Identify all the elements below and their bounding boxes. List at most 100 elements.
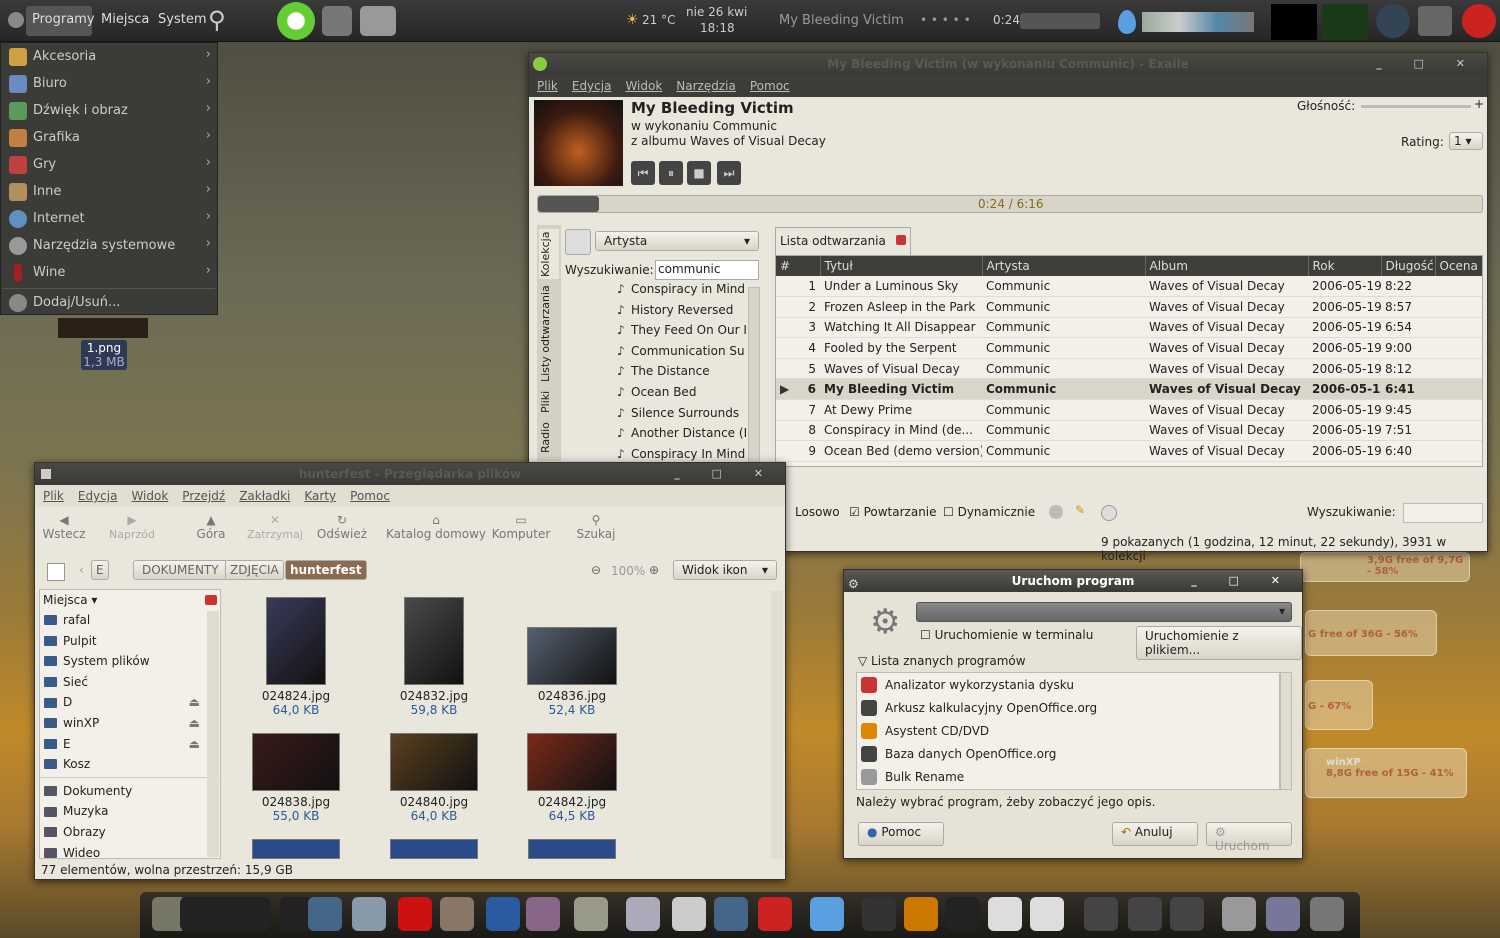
rating-cell[interactable] [1435,276,1482,298]
tray-icons[interactable] [1142,12,1254,32]
terminal-monitor-icon[interactable] [308,897,342,931]
playlist-row[interactable]: 9 Ocean Bed (demo version) Communic Waves o… [776,440,1482,462]
drop-icon[interactable] [1118,10,1136,34]
collection-view-select[interactable]: Artysta ▾ [595,231,759,251]
image-thumbnail[interactable] [390,839,478,859]
playlist-row[interactable]: 4 Fooled by the Serpent Communic Waves of V… [776,337,1482,359]
broom-icon[interactable]: ✎ [1075,503,1085,517]
collection-track[interactable]: ♪ History Reversed [617,300,747,321]
window-controls[interactable]: _ □ ✕ [674,463,777,485]
clock-time[interactable]: 18:18 [700,21,735,35]
sidebar-item-bookmark[interactable]: Muzyka [40,801,220,822]
column-header[interactable]: Długość [1381,256,1436,276]
exaile-titlebar[interactable]: My Bleeding Victim (w wykonaniu Communic… [529,53,1487,75]
menu-file[interactable]: Plik [537,79,558,93]
search-button[interactable]: ⚲ Szukaj [571,513,621,541]
path-button-e[interactable]: E [91,560,109,580]
prev-button[interactable]: ⏮ [631,161,655,185]
path-left-arrow[interactable]: ‹ [79,563,84,577]
rating-cell[interactable] [1435,296,1482,318]
computer-button[interactable]: ▭ Komputer [491,513,551,541]
menu-edit[interactable]: Edycja [78,489,118,503]
stop-button[interactable]: ✕ Zatrzymaj [245,513,305,541]
rating-cell[interactable] [1435,420,1482,442]
image-thumbnail[interactable] [252,839,340,859]
rating-cell[interactable] [1435,378,1482,401]
cd-icon[interactable] [1101,505,1117,521]
window-controls[interactable]: _ □ ✕ [1191,570,1294,592]
column-header[interactable]: Ocena [1435,256,1482,276]
clear-icon[interactable] [1049,505,1063,519]
rating-select[interactable]: 1 ▾ [1449,132,1483,150]
window-menu-icon[interactable] [41,469,51,479]
tab-playlists[interactable]: Listy odtwarzania [539,283,559,385]
firefox-icon[interactable] [486,897,520,931]
album-cover[interactable] [534,100,623,186]
window-controls[interactable]: _ □ ✕ [1376,53,1479,75]
eject-icon[interactable]: ⏏ [189,734,200,755]
sidebar-item-place[interactable]: System plików [40,651,220,672]
rating-cell[interactable] [1435,440,1482,462]
tv-icon[interactable] [758,897,792,931]
gimp-icon[interactable] [440,897,474,931]
snail-icon[interactable] [904,897,938,931]
blender-icon[interactable] [714,897,748,931]
disc-drive-icon[interactable] [1030,897,1064,931]
desktop-file-label[interactable]: 1.png 1,3 MB [81,340,127,370]
menu-item-multimedia[interactable]: Dźwięk i obraz › [1,97,217,124]
sidebar-item-place[interactable]: Pulpit [40,631,220,652]
up-button[interactable]: ▲ Góra [191,513,231,541]
rating-cell[interactable] [1435,337,1482,359]
edit-location-icon[interactable] [47,563,65,581]
program-list-item[interactable]: Baza danych OpenOffice.org [857,742,1279,765]
file-icon-item[interactable]: 024836.jpg 52,4 KB [527,627,617,717]
image-thumbnail[interactable] [528,839,616,859]
disc-drive-icon[interactable] [988,897,1022,931]
known-programs-expander[interactable]: ▽ Lista znanych programów [858,654,1026,668]
playlist-row[interactable]: 1 Under a Luminous Sky Communic Waves of Vi… [776,276,1482,298]
files-icon[interactable] [672,897,706,931]
drive-icon[interactable] [1084,897,1118,931]
run-button[interactable]: ⚙ Uruchom [1206,822,1292,853]
clock-date[interactable]: nie 26 kwi [686,5,747,19]
volume-plus-icon[interactable]: + [1474,97,1484,111]
path-button-hunterfest[interactable]: hunterfest [285,560,367,580]
menu-item-add-remove[interactable]: Dodaj/Usuń... [1,289,217,316]
sidebar-item-place[interactable]: Sieć [40,672,220,693]
shutdown-icon[interactable] [1462,4,1496,38]
tab-radio[interactable]: Radio [539,419,559,457]
column-header[interactable]: Tytuł [820,256,983,276]
dynamic-checkbox[interactable]: ☐ Dynamicznie [943,505,1035,519]
workspace-switcher[interactable] [180,897,270,931]
zoom-out-icon[interactable]: ⊖ [591,563,601,577]
run-dialog-titlebar[interactable]: ⚙ Uruchom program _ □ ✕ [844,570,1302,592]
app-launcher-icon[interactable] [277,2,315,40]
trash-icon[interactable] [1310,897,1344,931]
menu-item-internet[interactable]: Internet › [1,205,217,232]
home-button[interactable]: ⌂ Katalog domowy [385,513,487,541]
playlist-row[interactable]: 2 Frozen Asleep in the Park Communic Waves … [776,296,1482,318]
menu-bookmarks[interactable]: Zakładki [239,489,290,503]
collection-track[interactable]: ♪ They Feed On Our I [617,320,747,341]
mail-icon[interactable] [352,897,386,931]
image-viewer-icon[interactable] [360,6,396,36]
help-button[interactable]: ● Pomoc [858,822,944,846]
file-browser-titlebar[interactable]: hunterfest - Przeglądarka plików _ □ ✕ [35,463,785,485]
program-list-item[interactable]: Asystent CD/DVD [857,719,1279,742]
path-button-zdjecia[interactable]: ZDJĘCIA [225,560,284,580]
file-icon-item[interactable]: 024824.jpg 64,0 KB [251,597,341,717]
menu-go[interactable]: Przejdź [182,489,225,503]
file-icon-item[interactable]: 024832.jpg 59,8 KB [389,597,479,717]
menu-view[interactable]: Widok [131,489,168,503]
sidebar-item-place[interactable]: D ⏏ [40,692,220,713]
column-header[interactable]: Artysta [982,256,1146,276]
terminal-icon[interactable] [946,897,980,931]
collection-track[interactable]: ♪ The Distance [617,361,747,382]
collection-track[interactable]: ♪ Silence Surrounds [617,403,747,424]
program-list-item[interactable]: Arkusz kalkulacyjny OpenOffice.org [857,696,1279,719]
menu-places[interactable]: Miejsca [101,12,149,27]
menu-file[interactable]: Plik [43,489,64,503]
menu-system[interactable]: System [158,12,206,27]
menu-edit[interactable]: Edycja [572,79,612,93]
programs-scrollbar[interactable] [1280,672,1292,790]
